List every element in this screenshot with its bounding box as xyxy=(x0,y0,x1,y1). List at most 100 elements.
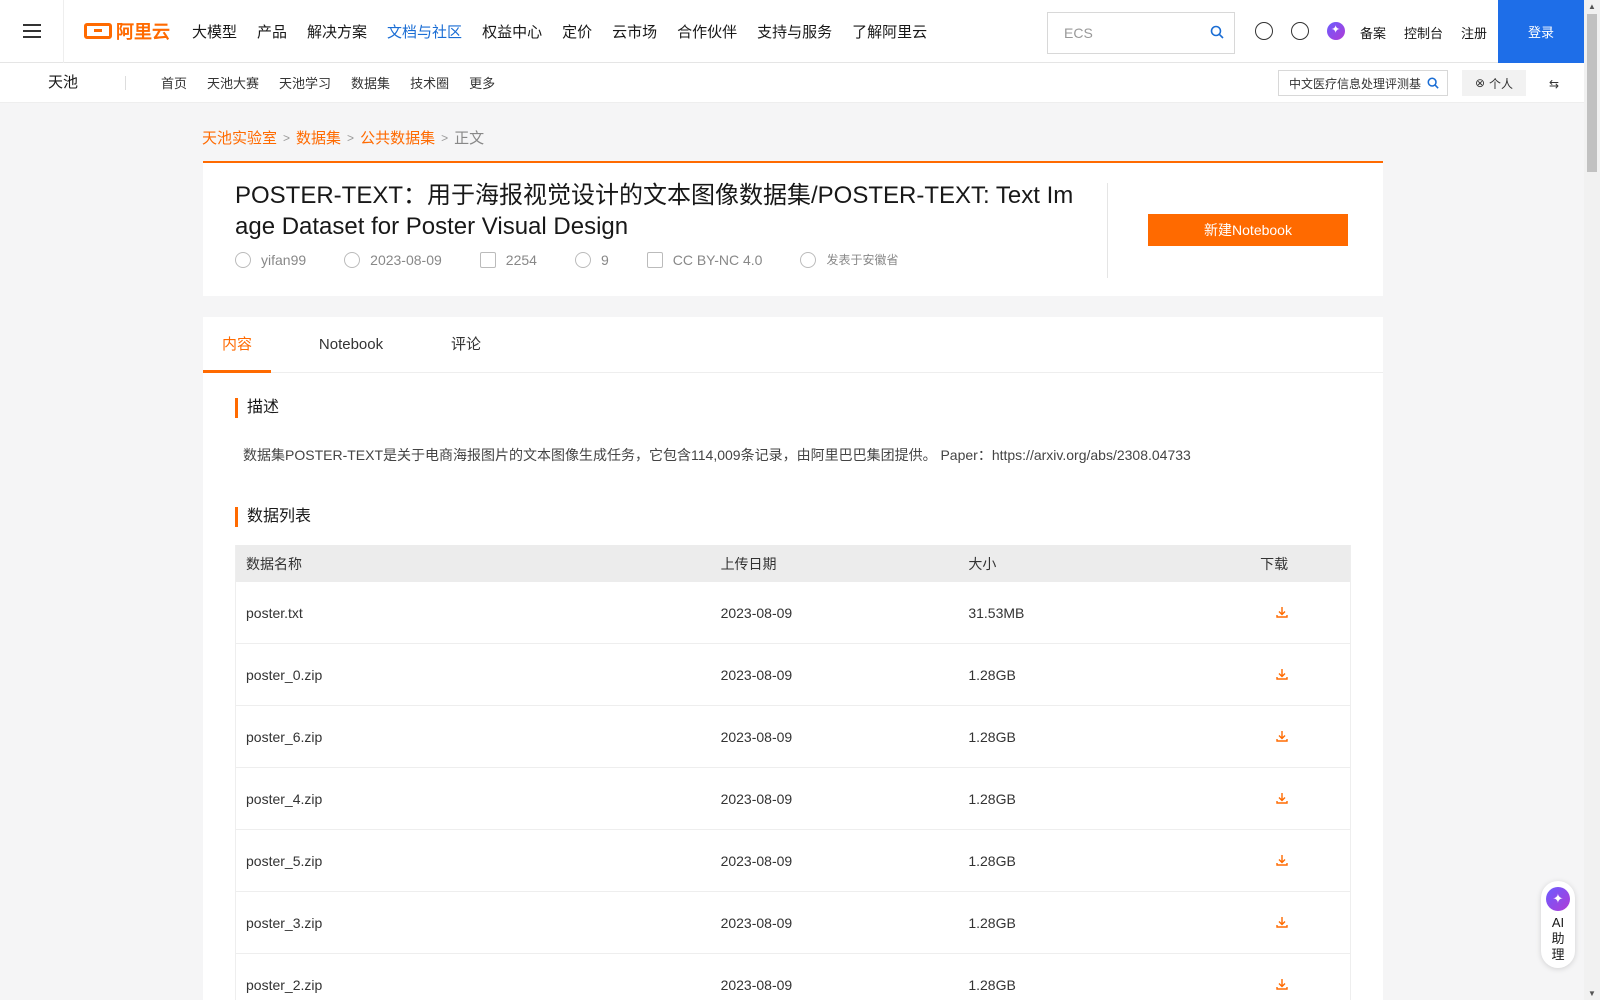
file-size: 1.28GB xyxy=(968,790,1016,807)
subnav-more[interactable]: 更多 xyxy=(469,73,495,92)
meta-downloads: 2254 xyxy=(479,251,537,268)
nav-item-products[interactable]: 产品 xyxy=(257,21,287,42)
subnav-home[interactable]: 首页 xyxy=(161,73,187,92)
download-icon[interactable] xyxy=(1276,606,1288,618)
file-name: poster_3.zip xyxy=(246,914,323,931)
chevron-right-icon: > xyxy=(347,130,355,145)
nav-item-pricing[interactable]: 定价 xyxy=(562,21,592,42)
nav-item-benefits[interactable]: 权益中心 xyxy=(482,21,542,42)
ai-helper-label-2: 助 xyxy=(1551,931,1565,946)
tianchi-search[interactable]: 中文医疗信息处理评测基 xyxy=(1278,70,1448,96)
switch-icon[interactable]: ⇆ xyxy=(1549,77,1559,91)
aliyun-logo[interactable]: 阿里云 xyxy=(84,18,170,44)
file-size: 1.28GB xyxy=(968,728,1016,745)
subnav-learning[interactable]: 天池学习 xyxy=(279,73,331,92)
nav-item-marketplace[interactable]: 云市场 xyxy=(612,21,657,42)
new-notebook-button[interactable]: 新建Notebook xyxy=(1148,214,1348,246)
top-search-input[interactable] xyxy=(1064,15,1214,51)
file-name: poster.txt xyxy=(246,604,303,621)
download-icon[interactable] xyxy=(1276,854,1288,866)
nav-item-about[interactable]: 了解阿里云 xyxy=(852,21,927,42)
file-name: poster_5.zip xyxy=(246,852,323,869)
subnav-tech-circle[interactable]: 技术圈 xyxy=(410,73,449,92)
nav-item-partners[interactable]: 合作伙伴 xyxy=(677,21,737,42)
share-icon xyxy=(574,251,591,268)
ai-helper-label-3: 理 xyxy=(1551,947,1565,962)
header-size: 大小 xyxy=(968,555,997,572)
nav-item-docs-community[interactable]: 文档与社区 xyxy=(387,21,462,42)
logo-text: 阿里云 xyxy=(116,22,170,42)
download-count-icon xyxy=(479,251,496,268)
nav-item-support[interactable]: 支持与服务 xyxy=(757,21,832,42)
search-icon[interactable] xyxy=(1210,25,1224,39)
tianchi-subnav: 首页 天池大赛 天池学习 数据集 技术圈 更多 xyxy=(161,73,495,92)
scroll-down-arrow-icon[interactable]: ▼ xyxy=(1588,989,1596,998)
login-button[interactable]: 登录 xyxy=(1498,0,1584,63)
file-size: 1.28GB xyxy=(968,914,1016,931)
file-date: 2023-08-09 xyxy=(720,790,793,807)
chevron-right-icon: > xyxy=(283,130,291,145)
top-search xyxy=(1047,12,1235,54)
subnav-competition[interactable]: 天池大赛 xyxy=(207,73,259,92)
link-beian[interactable]: 备案 xyxy=(1360,23,1386,42)
search-icon[interactable] xyxy=(1427,77,1439,89)
header-date: 上传日期 xyxy=(720,555,777,572)
share-count: 9 xyxy=(600,251,609,268)
clock-icon xyxy=(344,251,361,268)
file-name: poster_4.zip xyxy=(246,790,323,807)
meta-author: yifan99 xyxy=(235,251,307,268)
subnav-datasets[interactable]: 数据集 xyxy=(351,73,390,92)
location-pin-icon xyxy=(800,251,817,268)
download-icon[interactable] xyxy=(1276,730,1288,742)
meta-location: 发表于安徽省 xyxy=(800,251,899,268)
file-name: poster_2.zip xyxy=(246,976,323,993)
dataset-header-card: POSTER-TEXT：用于海报视觉设计的文本图像数据集/POSTER-TEXT… xyxy=(203,161,1383,296)
page-scrollbar[interactable]: ▲ ▼ xyxy=(1584,0,1600,1000)
speedometer-icon[interactable] xyxy=(1255,22,1273,40)
breadcrumb: 天池实验室 > 数据集 > 公共数据集 > 正文 xyxy=(202,127,484,148)
ai-assistant-icon[interactable] xyxy=(1327,22,1345,40)
chevron-right-icon: > xyxy=(441,130,449,145)
tianchi-subnav-bar: 天池 首页 天池大赛 天池学习 数据集 技术圈 更多 中文医疗信息处理评测基 ⊗… xyxy=(0,63,1584,103)
download-icon[interactable] xyxy=(1276,916,1288,928)
tab-content[interactable]: 内容 xyxy=(203,317,271,373)
author-name: yifan99 xyxy=(261,251,307,268)
file-name: poster_6.zip xyxy=(246,728,323,745)
content-tabs: 内容 Notebook 评论 xyxy=(203,317,1383,373)
headset-icon[interactable] xyxy=(1291,22,1309,40)
breadcrumb-datasets[interactable]: 数据集 xyxy=(296,127,341,148)
table-row: poster_6.zip 2023-08-09 1.28GB xyxy=(236,706,1350,768)
file-date: 2023-08-09 xyxy=(720,666,793,683)
nav-item-solutions[interactable]: 解决方案 xyxy=(307,21,367,42)
data-list-title: 数据列表 xyxy=(235,507,311,527)
file-date: 2023-08-09 xyxy=(720,976,793,993)
scroll-up-arrow-icon[interactable]: ▲ xyxy=(1588,2,1596,11)
top-navbar: 阿里云 大模型 产品 解决方案 文档与社区 权益中心 定价 云市场 合作伙伴 支… xyxy=(0,0,1584,63)
meta-license: CC BY-NC 4.0 xyxy=(646,251,763,268)
download-icon[interactable] xyxy=(1276,668,1288,680)
table-row: poster.txt 2023-08-09 31.53MB xyxy=(236,582,1350,644)
nav-item-dmx[interactable]: 大模型 xyxy=(192,21,237,42)
breadcrumb-lab[interactable]: 天池实验室 xyxy=(202,127,277,148)
breadcrumb-public-datasets[interactable]: 公共数据集 xyxy=(360,127,435,148)
header-download: 下载 xyxy=(1260,555,1289,572)
top-links: 备案 控制台 注册 xyxy=(1360,23,1487,42)
personal-label: 个人 xyxy=(1489,76,1514,91)
link-register[interactable]: 注册 xyxy=(1461,23,1487,42)
tianchi-brand[interactable]: 天池 xyxy=(48,75,126,90)
link-console[interactable]: 控制台 xyxy=(1404,23,1443,42)
license: CC BY-NC 4.0 xyxy=(672,251,763,268)
file-size: 31.53MB xyxy=(968,604,1025,621)
download-icon[interactable] xyxy=(1276,978,1288,990)
data-list-table: 数据名称 上传日期 大小 下载 poster.txt 2023-08-09 31… xyxy=(235,545,1351,1000)
scrollbar-thumb[interactable] xyxy=(1587,14,1597,172)
ai-helper-button[interactable]: ✦ AI 助 理 xyxy=(1541,881,1575,968)
table-row: poster_5.zip 2023-08-09 1.28GB xyxy=(236,830,1350,892)
hamburger-menu-icon[interactable] xyxy=(0,0,64,63)
personal-button[interactable]: ⊗ 个人 xyxy=(1462,70,1526,96)
tab-notebook[interactable]: Notebook xyxy=(271,317,431,373)
dataset-meta: yifan99 2023-08-09 2254 9 CC BY-NC 4.0 发… xyxy=(235,251,937,268)
description-title: 描述 xyxy=(235,398,279,418)
download-icon[interactable] xyxy=(1276,792,1288,804)
tab-comments[interactable]: 评论 xyxy=(431,317,501,373)
